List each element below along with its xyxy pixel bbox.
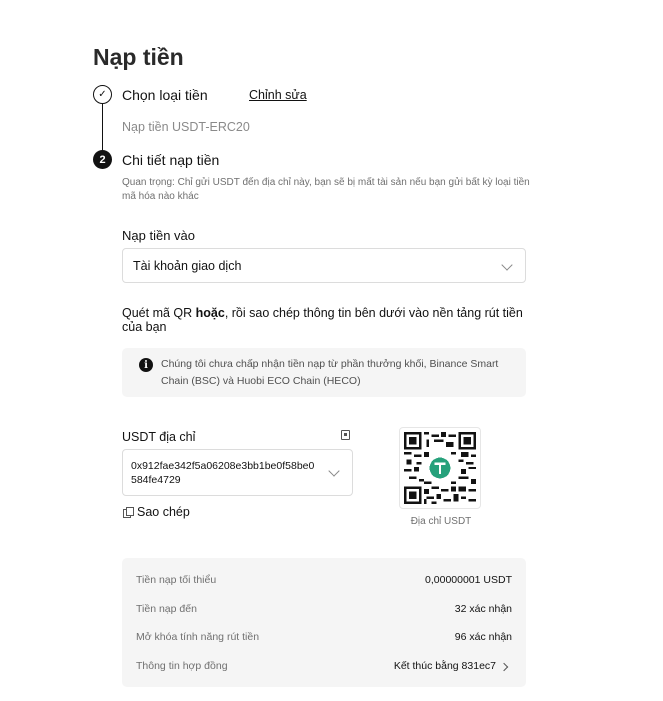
copy-icon	[123, 506, 134, 518]
step2-number-badge: 2	[93, 150, 112, 169]
qr-code-icon[interactable]	[341, 430, 350, 440]
qr-code	[399, 427, 481, 509]
info-value: 96 xác nhận	[454, 631, 512, 643]
step1-selected-value: Nạp tiền USDT-ERC20	[122, 120, 250, 134]
address-field[interactable]: 0x912fae342f5a06208e3bb1be0f58be0584fe47…	[122, 449, 353, 496]
info-key: Thông tin hợp đồng	[136, 660, 228, 672]
chevron-down-icon	[501, 259, 513, 271]
copy-address-button[interactable]: Sao chép	[123, 505, 190, 519]
chevron-down-icon	[328, 465, 340, 477]
info-key: Mở khóa tính năng rút tiền	[136, 631, 260, 643]
address-value: 0x912fae342f5a06208e3bb1be0f58be0584fe47…	[131, 460, 315, 486]
contract-link[interactable]: Kết thúc bằng 831ec7	[394, 660, 496, 672]
chevron-right-icon	[499, 662, 509, 672]
copy-label: Sao chép	[137, 505, 190, 519]
deposit-account-select[interactable]: Tài khoản giao dịch	[122, 248, 526, 283]
stepper-line	[102, 104, 103, 154]
edit-currency-link[interactable]: Chỉnh sửa	[249, 88, 307, 102]
qr-code-image	[404, 432, 476, 504]
info-row-deposit-arrival: Tiền nạp đến 32 xác nhận	[122, 600, 526, 620]
page-title: Nạp tiền	[93, 44, 184, 70]
info-row-contract[interactable]: Thông tin hợp đồng Kết thúc bằng 831ec7	[122, 657, 526, 677]
step1-label: Chọn loại tiền	[122, 87, 208, 103]
notice-text: Chúng tôi chưa chấp nhận tiền nạp từ phầ…	[161, 358, 499, 387]
info-key: Tiền nạp đến	[136, 603, 197, 615]
notice-banner: i Chúng tôi chưa chấp nhận tiền nạp từ p…	[122, 348, 526, 397]
deposit-account-value: Tài khoản giao dịch	[133, 258, 242, 273]
info-row-withdraw-unlock: Mở khóa tính năng rút tiền 96 xác nhận	[122, 628, 526, 648]
info-row-min-deposit: Tiền nạp tối thiểu 0,00000001 USDT	[122, 571, 526, 591]
scan-instructions: Quét mã QR hoặc, rồi sao chép thông tin …	[122, 306, 523, 334]
info-value: 32 xác nhận	[454, 603, 512, 615]
info-key: Tiền nạp tối thiểu	[136, 574, 217, 586]
deposit-to-label: Nạp tiền vào	[122, 228, 195, 243]
info-value: 0,00000001 USDT	[425, 574, 512, 586]
step1-check-icon: ✓	[93, 85, 112, 104]
important-warning: Quan trọng: Chỉ gửi USDT đến địa chỉ này…	[122, 177, 530, 202]
info-icon: i	[139, 358, 153, 372]
deposit-info-panel: Tiền nạp tối thiểu 0,00000001 USDT Tiền …	[122, 558, 526, 687]
step2-label: Chi tiết nạp tiền	[122, 152, 220, 168]
address-label: USDT địa chỉ	[122, 430, 196, 444]
qr-caption: Địa chỉ USDT	[410, 516, 472, 527]
